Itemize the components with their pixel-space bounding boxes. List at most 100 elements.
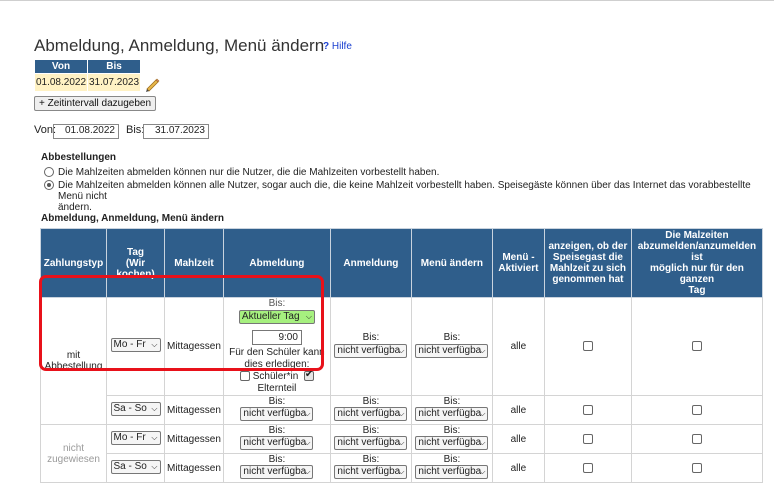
- header-abmeldung: Abmeldung: [222, 228, 331, 298]
- anzeigen-cell: [543, 395, 632, 425]
- day-select-value: Sa - So: [113, 460, 147, 472]
- radio-all-users[interactable]: [44, 180, 54, 190]
- zahlungstyp-cell: nicht zugewiesen: [40, 424, 107, 483]
- anmeldung-bis-label: Bis:: [362, 425, 380, 436]
- ganzer-tag-checkbox[interactable]: [691, 404, 702, 415]
- header-menu-aktiviert-line-2: Aktiviert: [498, 263, 539, 274]
- abmeldung-select[interactable]: nicht verfügba ⌵: [240, 465, 314, 479]
- header-anzeigen-line-3: Mahlzeit zu sich: [549, 263, 626, 274]
- ganzer-tag-cell: [630, 453, 763, 483]
- zahlungstyp-line-1: mit: [66, 350, 81, 361]
- radio-only-orderers[interactable]: [44, 167, 54, 177]
- chevron-down-icon: ⌵: [304, 438, 311, 447]
- header-anzeigen: anzeigen, ob der Speisegast die Mahlzeit z…: [543, 228, 632, 298]
- menu-aendern-cell: Bis: nicht verfügba ⌵: [410, 395, 493, 425]
- header-tag-line-2: (Wir: [125, 257, 146, 269]
- anmeldung-bis-label: Bis:: [362, 331, 380, 343]
- anzeigen-cell: [543, 424, 632, 454]
- chevron-down-icon: ⌵: [398, 467, 405, 476]
- help-label: Hilfe: [331, 41, 352, 52]
- menu-aendern-select[interactable]: nicht verfügba ⌵: [415, 465, 489, 479]
- ganzer-tag-checkbox[interactable]: [691, 462, 702, 473]
- anzeigen-checkbox[interactable]: [582, 404, 593, 415]
- header-zahlungstyp: Zahlungstyp: [40, 228, 107, 298]
- header-ganzer-tag-line-2: abzumelden/anzumelden ist: [637, 241, 757, 263]
- abmeldung-time-input[interactable]: 9:00: [251, 330, 302, 345]
- anzeigen-checkbox[interactable]: [582, 433, 593, 444]
- ganzer-tag-cell: [630, 297, 763, 396]
- anmeldung-select[interactable]: nicht verfügba ⌵: [334, 465, 408, 479]
- day-select[interactable]: Mo - Fr ⌵: [110, 338, 161, 352]
- day-select[interactable]: Sa - So ⌵: [110, 459, 161, 474]
- anzeigen-checkbox[interactable]: [582, 462, 593, 473]
- abmeldung-select-value: nicht verfügba: [243, 408, 307, 419]
- header-anmeldung: Anmeldung: [329, 228, 412, 298]
- chevron-down-icon: ⌵: [479, 438, 486, 447]
- abmeldung-select[interactable]: nicht verfügba ⌵: [240, 436, 314, 450]
- abmeldung-bis-label: Bis:: [268, 454, 286, 465]
- menu-aendern-select[interactable]: nicht verfügba ⌵: [415, 343, 489, 358]
- table-title: Abmeldung, Anmeldung, Menü ändern: [41, 213, 224, 224]
- period-col-from: Von: [34, 59, 88, 74]
- filter-to-label: Bis:: [126, 124, 145, 136]
- chevron-down-icon: ⌵: [305, 312, 312, 321]
- page-title: Abmeldung, Anmeldung, Menü ändern: [34, 36, 325, 55]
- abmeldung-deadline-value: Aktueller Tag: [241, 311, 300, 322]
- abmeldung-deadline-select[interactable]: Aktueller Tag ⌵: [238, 310, 315, 324]
- anmeldung-cell: Bis: nicht verfügba ⌵: [329, 453, 412, 483]
- anmeldung-cell: Bis: nicht verfügba ⌵: [329, 395, 412, 425]
- abmeldung-select[interactable]: nicht verfügba ⌵: [240, 407, 314, 421]
- anmeldung-select[interactable]: nicht verfügba ⌵: [334, 343, 408, 358]
- ganzer-tag-checkbox[interactable]: [691, 433, 702, 444]
- header-mahlzeit: Mahlzeit: [164, 228, 224, 298]
- day-select[interactable]: Mo - Fr ⌵: [110, 430, 161, 445]
- add-interval-button[interactable]: + Zeitintervall dazugeben: [34, 96, 157, 111]
- anmeldung-select[interactable]: nicht verfügba ⌵: [334, 436, 408, 450]
- ganzer-tag-checkbox[interactable]: [691, 341, 702, 352]
- zahlungstyp-cell: mit Abbestellung: [40, 297, 107, 425]
- table-row: nicht zugewiesen Mo - Fr ⌵ Mittagessen Bis…: [40, 424, 763, 483]
- anmeldung-bis-label: Bis:: [362, 396, 380, 407]
- schueler-checkbox[interactable]: [239, 371, 250, 382]
- anmeldung-select[interactable]: nicht verfügba ⌵: [334, 407, 408, 421]
- aktiviert-cell: alle: [491, 395, 545, 425]
- day-select-value: Sa - So: [113, 402, 147, 414]
- option-1-text: Die Mahlzeiten abmelden können nur die N…: [58, 167, 440, 178]
- help-link[interactable]: ? Hilfe: [323, 41, 352, 52]
- aktiviert-cell: alle: [491, 297, 545, 396]
- header-ganzer-tag-line-4: Tag: [688, 285, 706, 296]
- abbestellungen-title: Abbestellungen: [41, 152, 117, 163]
- help-question-icon: ?: [323, 41, 330, 52]
- anzeigen-cell: [543, 453, 632, 483]
- menu-aendern-select[interactable]: nicht verfügba ⌵: [415, 436, 489, 450]
- chevron-down-icon: ⌵: [151, 432, 158, 442]
- period-row[interactable]: 01.08.2022 31.07.2023: [34, 73, 141, 92]
- menu-bis-label: Bis:: [443, 331, 461, 343]
- pencil-icon[interactable]: [143, 75, 161, 93]
- day-select[interactable]: Sa - So ⌵: [110, 401, 161, 416]
- mahlzeit-cell: Mittagessen: [164, 395, 224, 425]
- tag-cell: Sa - So ⌵: [106, 395, 165, 425]
- chevron-down-icon: ⌵: [398, 438, 405, 447]
- elternteil-checkbox[interactable]: [303, 369, 314, 382]
- zahlungstyp-line-2: zugewiesen: [47, 453, 100, 465]
- anzeigen-cell: [543, 297, 632, 396]
- schueler-label: Schüler*in: [252, 371, 299, 382]
- ganzer-tag-cell: [630, 395, 763, 425]
- filter-from-input[interactable]: 01.08.2022: [53, 124, 119, 139]
- abmeldung-bis-label: Bis:: [268, 298, 286, 309]
- anzeigen-checkbox[interactable]: [582, 341, 593, 352]
- menu-bis-label: Bis:: [443, 425, 461, 436]
- tag-cell: Sa - So ⌵: [106, 453, 165, 483]
- abmeldung-cell: Bis: nicht verfügba ⌵: [222, 424, 331, 454]
- menu-aendern-select[interactable]: nicht verfügba ⌵: [415, 407, 489, 421]
- header-menu-aktiviert: Menü - Aktiviert: [491, 228, 545, 298]
- aktiviert-cell: alle: [491, 453, 545, 483]
- anmeldung-cell: Bis: nicht verfügba ⌵: [329, 297, 412, 396]
- tag-cell: Mo - Fr ⌵: [106, 424, 165, 454]
- option-2-text: Die Mahlzeiten abmelden können alle Nutz…: [58, 180, 758, 213]
- filter-to-input[interactable]: 31.07.2023: [143, 124, 209, 139]
- abmeldung-cell: Bis: Aktueller Tag ⌵ 9:00 Für den Schüler…: [222, 297, 331, 396]
- chevron-down-icon: ⌵: [398, 409, 405, 418]
- mahlzeit-cell: Mittagessen: [164, 453, 224, 483]
